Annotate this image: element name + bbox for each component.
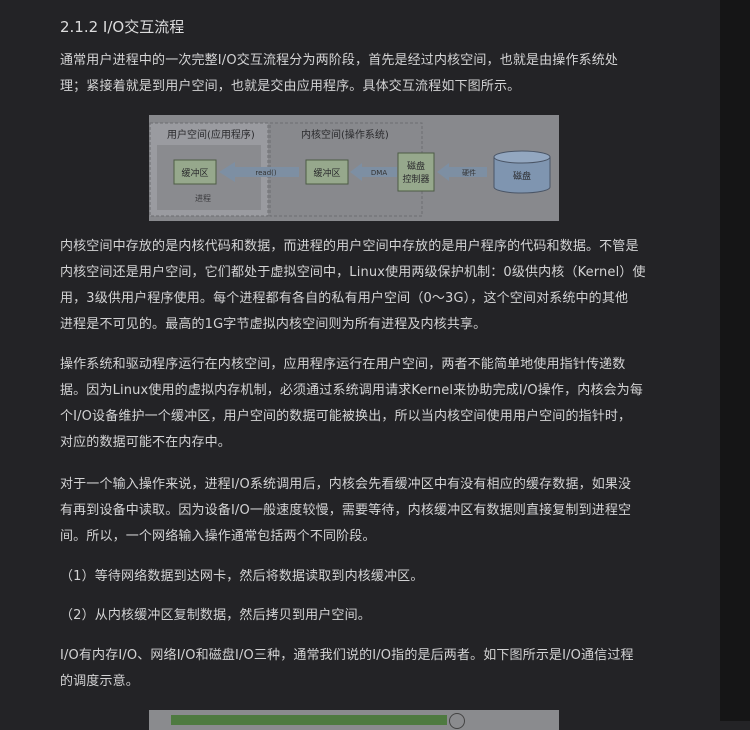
- text-line: 理；紧接着就是到用户空间，也就是交由应用程序。具体交互流程如下图所示。: [60, 79, 521, 94]
- paragraph-intro: 通常用户进程中的一次完整I/O交互流程分为两阶段，首先是经过内核空间，也就是由操…: [60, 48, 660, 100]
- paragraph-stage-2: （2）从内核缓冲区复制数据，然后拷贝到用户空间。: [60, 603, 660, 629]
- dma-label: DMA: [371, 169, 387, 177]
- diagram-bar: [171, 715, 447, 725]
- paragraph-io-types: I/O有内存I/O、网络I/O和磁盘I/O三种，通常我们说的I/O指的是后两者。…: [60, 643, 660, 695]
- text-line: 有再到设备中读取。因为设备I/O一般速度较慢，需要等待，内核缓冲区有数据则直接复…: [60, 503, 632, 518]
- paragraph-input-operation: 对于一个输入操作来说，进程I/O系统调用后，内核会先看缓冲区中有没有相应的缓存数…: [60, 472, 660, 550]
- disk-label: 磁盘: [513, 170, 531, 182]
- text-line: I/O有内存I/O、网络I/O和磁盘I/O三种，通常我们说的I/O指的是后两者。…: [60, 648, 634, 663]
- user-buffer-label: 缓冲区: [181, 167, 208, 179]
- text-line: 个I/O设备维护一个缓冲区，用户空间的数据可能被换出，所以当内核空间使用用户空间…: [60, 409, 632, 424]
- process-label: 进程: [195, 194, 211, 203]
- paragraph-os-drivers: 操作系统和驱动程序运行在内核空间，应用程序运行在用户空间，两者不能简单地使用指针…: [60, 352, 660, 456]
- text-line: 对应的数据可能不在内存中。: [60, 435, 231, 450]
- text-line: （1）等待网络数据到达网卡，然后将数据读取到内核缓冲区。: [60, 569, 424, 584]
- hardware-label: 硬件: [462, 168, 476, 177]
- section-heading: 2.1.2 I/O交互流程: [60, 18, 185, 36]
- paragraph-kernel-space: 内核空间中存放的是内核代码和数据，而进程的用户空间中存放的是用户程序的代码和数据…: [60, 234, 660, 338]
- kernel-buffer-label: 缓冲区: [313, 167, 340, 179]
- text-line: 通常用户进程中的一次完整I/O交互流程分为两阶段，首先是经过内核空间，也就是由操…: [60, 53, 619, 68]
- text-line: 进程是不可见的。最高的1G字节虚拟内核空间则为所有进程及内核共享。: [60, 317, 487, 332]
- text-line: （2）从内核缓冲区复制数据，然后拷贝到用户空间。: [60, 608, 371, 623]
- io-flow-diagram: 用户空间(应用程序) 内核空间(操作系统) 缓冲区 进程 read() 缓冲区 …: [149, 115, 559, 221]
- io-scheduling-diagram-partial: [149, 710, 559, 730]
- text-line: 内核空间还是用户空间，它们都处于虚拟空间中，Linux使用两级保护机制：0级供内…: [60, 265, 646, 280]
- controller-label-line2: 控制器: [402, 173, 429, 185]
- disk-cylinder-top: [493, 150, 551, 164]
- text-line: 用，3级供用户程序使用。每个进程都有各自的私有用户空间（0～3G），这个空间对系…: [60, 291, 629, 306]
- controller-label-line1: 磁盘: [407, 160, 425, 172]
- diagram-circle: [449, 713, 465, 729]
- disk-controller-box: [397, 152, 435, 192]
- text-line: 内核空间中存放的是内核代码和数据，而进程的用户空间中存放的是用户程序的代码和数据…: [60, 239, 639, 254]
- text-line: 据。因为Linux使用的虚拟内存机制，必须通过系统调用请求Kernel来协助完成…: [60, 383, 643, 398]
- text-line: 操作系统和驱动程序运行在内核空间，应用程序运行在用户空间，两者不能简单地使用指针…: [60, 357, 626, 372]
- right-scroll-gutter: [720, 0, 750, 721]
- text-line: 对于一个输入操作来说，进程I/O系统调用后，内核会先看缓冲区中有没有相应的缓存数…: [60, 477, 632, 492]
- read-label: read(): [255, 169, 276, 177]
- user-space-label: 用户空间(应用程序): [167, 128, 255, 141]
- kernel-space-label: 内核空间(操作系统): [301, 128, 389, 141]
- text-line: 的调度示意。: [60, 674, 139, 689]
- io-flow-svg: 用户空间(应用程序) 内核空间(操作系统) 缓冲区 进程 read() 缓冲区 …: [149, 122, 551, 217]
- paragraph-stage-1: （1）等待网络数据到达网卡，然后将数据读取到内核缓冲区。: [60, 564, 660, 590]
- text-line: 间。所以，一个网络输入操作通常包括两个不同阶段。: [60, 529, 376, 544]
